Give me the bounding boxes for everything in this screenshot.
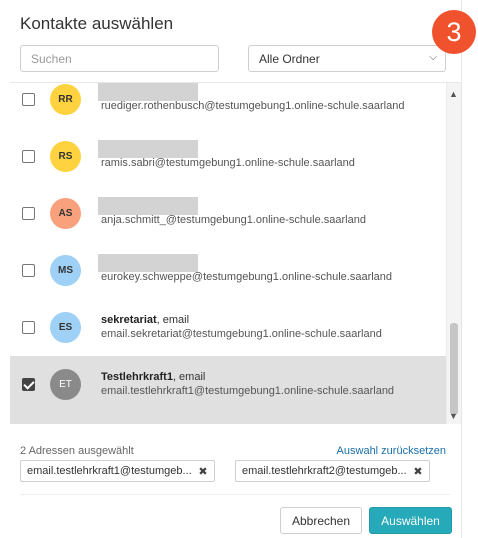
step-badge: 3 bbox=[432, 10, 476, 54]
dialog-title: Kontakte auswählen bbox=[20, 14, 174, 33]
avatar: AS bbox=[50, 198, 81, 229]
contact-name: Testlehrkraft1, email bbox=[101, 371, 205, 383]
selected-count: 2 Adressen ausgewählt bbox=[20, 445, 134, 457]
avatar: ES bbox=[50, 312, 81, 343]
reset-selection-link[interactable]: Auswahl zurücksetzen bbox=[337, 445, 446, 457]
redaction-block bbox=[98, 197, 198, 215]
footer-divider bbox=[20, 494, 450, 495]
contact-email: ramis.sabri@testumgebung1.online-schule.… bbox=[101, 157, 355, 169]
contact-row[interactable]: ASSchmitt, emailanja.schmitt_@testumgebu… bbox=[10, 185, 446, 242]
contact-name-rest: , email bbox=[156, 314, 190, 326]
cancel-button[interactable]: Abbrechen bbox=[280, 507, 362, 534]
contact-email: eurokey.schweppe@testumgebung1.online-sc… bbox=[101, 271, 393, 283]
select-contacts-dialog: Kontakte auswählen Alle Ordner ⌵ RRerrue… bbox=[0, 0, 462, 538]
contact-checkbox[interactable] bbox=[22, 378, 35, 391]
contact-email: anja.schmitt_@testumgebung1.online-schul… bbox=[101, 214, 366, 226]
contact-checkbox[interactable] bbox=[22, 321, 35, 334]
contact-name-rest: , email bbox=[172, 371, 206, 383]
avatar: RR bbox=[50, 84, 81, 115]
scrollbar[interactable]: ▲ ▼ bbox=[446, 83, 461, 424]
contact-email: ruediger.rothenbusch@testumgebung1.onlin… bbox=[101, 100, 405, 112]
chip-label: email.testlehrkraft1@testumgeb... bbox=[27, 465, 192, 477]
contact-row[interactable]: RSSabri, emailramis.sabri@testumgebung1.… bbox=[10, 128, 446, 185]
avatar: MS bbox=[50, 255, 81, 286]
contact-checkbox[interactable] bbox=[22, 150, 35, 163]
contact-checkbox[interactable] bbox=[22, 207, 35, 220]
selected-chip: email.testlehrkraft1@testumgeb... ✖ bbox=[20, 460, 215, 482]
contact-list[interactable]: RRerruediger.rothenbusch@testumgebung1.o… bbox=[10, 82, 461, 424]
chip-label: email.testlehrkraft2@testumgeb... bbox=[242, 465, 407, 477]
confirm-button[interactable]: Auswählen bbox=[369, 507, 452, 534]
folder-select-value: Alle Ordner bbox=[259, 51, 320, 66]
folder-select[interactable]: Alle Ordner ⌵ bbox=[248, 45, 446, 72]
redaction-block bbox=[98, 254, 198, 272]
scroll-down-icon[interactable]: ▼ bbox=[449, 411, 458, 421]
redaction-block bbox=[98, 83, 198, 101]
chevron-down-icon: ⌵ bbox=[429, 52, 437, 63]
contact-row[interactable]: ET Testlehrkraft1, email email.testlehrkra… bbox=[10, 356, 446, 413]
contact-name-bold: sekretariat bbox=[101, 314, 157, 326]
contact-row[interactable]: ETtestlehrkraft2, emailemail.testlehrkra… bbox=[10, 413, 446, 424]
contact-checkbox[interactable] bbox=[22, 93, 35, 106]
avatar: ET bbox=[50, 369, 81, 400]
contact-name: sekretariat, email bbox=[101, 314, 189, 326]
redaction-block bbox=[98, 140, 198, 158]
contact-row[interactable]: MSSchweppe, emaileurokey.schweppe@testum… bbox=[10, 242, 446, 299]
contact-name-bold: Testlehrkraft1 bbox=[101, 371, 173, 383]
contact-checkbox[interactable] bbox=[22, 264, 35, 277]
scrollbar-thumb[interactable] bbox=[450, 323, 458, 415]
remove-icon[interactable]: ✖ bbox=[413, 465, 422, 478]
selected-chip: email.testlehrkraft2@testumgeb... ✖ bbox=[235, 460, 430, 482]
contact-row[interactable]: ES sekretariat, email email.sekretariat@te… bbox=[10, 299, 446, 356]
contact-email: email.sekretariat@testumgebung1.online-s… bbox=[101, 328, 382, 340]
contact-email: email.testlehrkraft1@testumgebung1.onlin… bbox=[101, 385, 395, 397]
contact-row[interactable]: RRerruediger.rothenbusch@testumgebung1.o… bbox=[10, 83, 446, 128]
avatar: RS bbox=[50, 141, 81, 172]
remove-icon[interactable]: ✖ bbox=[198, 465, 207, 478]
scroll-up-icon[interactable]: ▲ bbox=[449, 89, 458, 99]
search-input[interactable] bbox=[20, 45, 219, 72]
